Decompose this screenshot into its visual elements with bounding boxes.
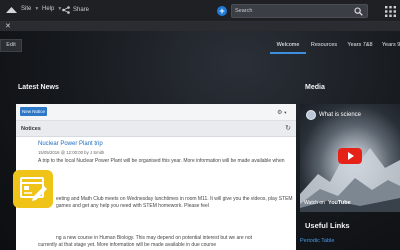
edit-page-icon <box>13 170 53 208</box>
edit-button[interactable]: Edit <box>0 39 22 52</box>
video-title[interactable]: What is science <box>319 112 361 118</box>
news-item-meta: 15/05/2016 @ 12:00:00 by J Smith <box>38 150 105 155</box>
chevron-down-icon: ▼ <box>283 110 288 115</box>
tab-years-7-8[interactable]: Years 7&8 <box>342 38 378 54</box>
help-menu-label: Help <box>42 6 55 12</box>
play-button[interactable] <box>338 148 362 164</box>
apps-grid-icon[interactable] <box>385 6 396 17</box>
plus-icon: + <box>219 6 225 16</box>
share-button[interactable]: Share <box>62 6 89 14</box>
media-heading: Media <box>305 84 325 91</box>
watch-on-label: Watch on <box>304 200 325 206</box>
help-menu[interactable]: Help ▼ <box>42 6 62 12</box>
news-item-body: A trip to the local Nuclear Power Plant … <box>38 158 285 164</box>
new-notice-button[interactable]: New Notice <box>20 107 47 116</box>
top-bar: Site ▼ Help ▼ Share + <box>0 0 400 22</box>
site-menu[interactable]: Site ▼ <box>21 6 39 12</box>
tab-years-9-10[interactable]: Years 9&10 <box>378 38 400 54</box>
useful-links-heading: Useful Links <box>305 221 350 230</box>
add-button[interactable]: + <box>217 6 227 16</box>
chevron-down-icon: ▼ <box>34 6 40 12</box>
news-panel: New Notice ⚙ ▼ Notices ↻ Nuclear Power P… <box>16 104 296 250</box>
notices-header: Notices ↻ <box>16 121 296 137</box>
search-input[interactable] <box>235 6 350 16</box>
refresh-icon[interactable]: ↻ <box>285 124 291 132</box>
news-item-body: currently at that stage yet. More inform… <box>38 242 217 248</box>
edit-toolbar: ✕ <box>0 22 400 31</box>
news-item-body: eeting and Math Club meets on Wednesday … <box>56 196 293 209</box>
close-icon[interactable]: ✕ <box>5 22 11 31</box>
tab-resources[interactable]: Resources <box>306 38 342 54</box>
search-box <box>231 4 368 18</box>
latest-news-heading: Latest News <box>18 84 59 91</box>
gear-icon: ⚙ <box>277 110 283 116</box>
news-item-title[interactable]: Nuclear Power Plant trip <box>38 141 103 147</box>
site-logo-icon[interactable] <box>6 7 17 14</box>
news-item-body: ng a new course in Human Biology. This m… <box>56 235 253 241</box>
youtube-logo: YouTube <box>327 200 351 206</box>
search-icon[interactable] <box>354 7 363 16</box>
watch-on-youtube[interactable]: Watch on YouTube <box>304 200 351 206</box>
tab-welcome[interactable]: Welcome <box>270 38 306 54</box>
share-label: Share <box>73 7 90 13</box>
share-icon <box>62 6 70 14</box>
channel-avatar[interactable] <box>306 110 316 120</box>
settings-button[interactable]: ⚙ ▼ <box>277 108 291 117</box>
site-menu-label: Site <box>21 6 32 12</box>
video-embed[interactable]: What is science Watch on YouTube <box>300 104 400 212</box>
link-periodic-table[interactable]: Periodic Table <box>300 238 334 244</box>
news-toolbar: New Notice ⚙ ▼ <box>16 104 296 121</box>
notices-label: Notices <box>21 126 41 132</box>
